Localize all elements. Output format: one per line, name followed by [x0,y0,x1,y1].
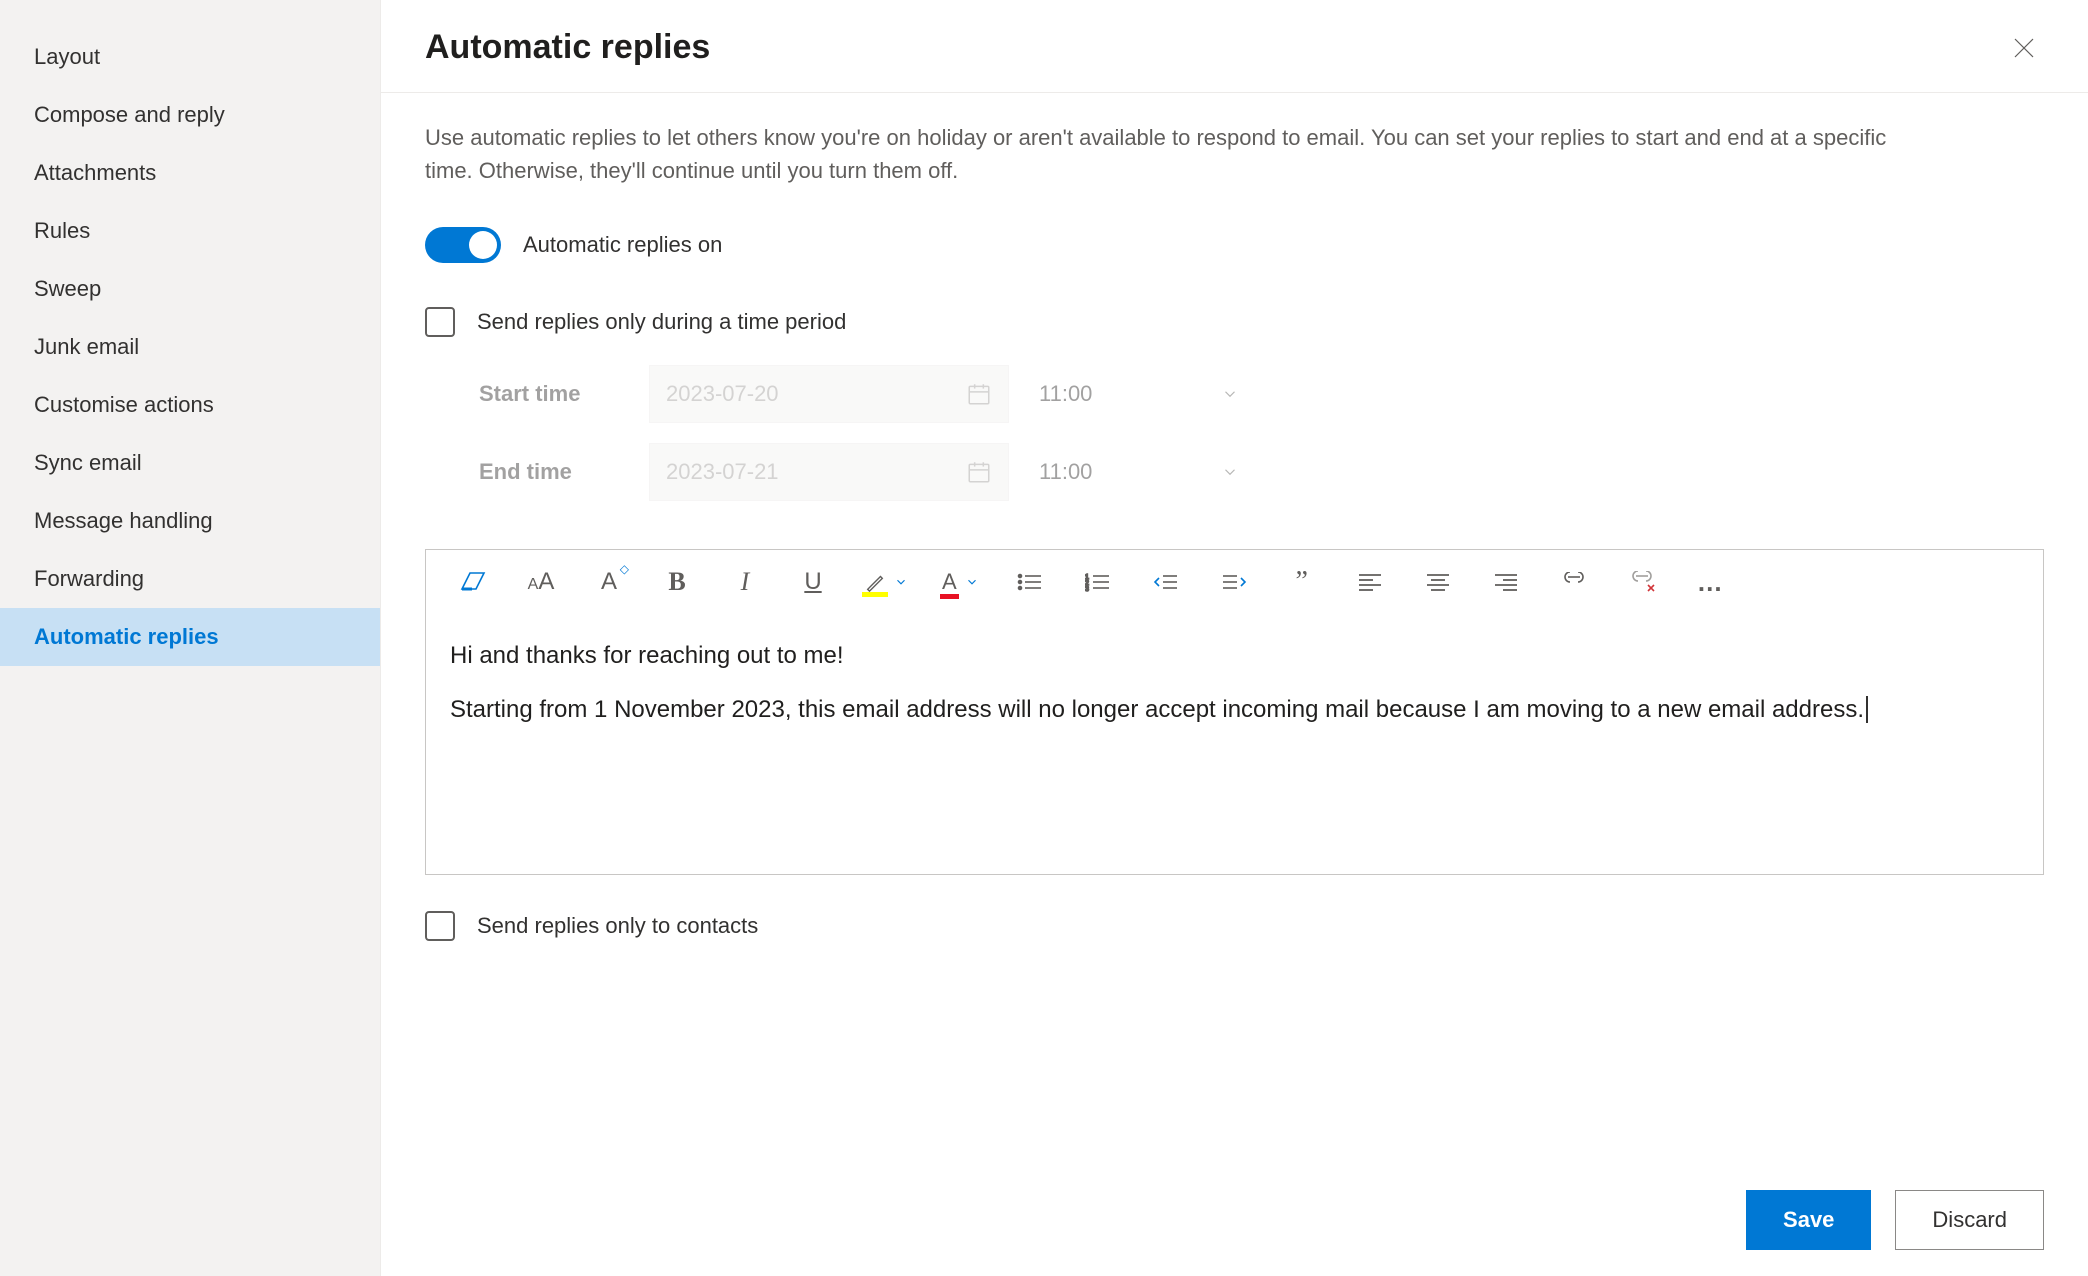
close-button[interactable] [2004,28,2044,68]
indent-button[interactable] [1217,566,1251,598]
sidebar-item-compose-reply[interactable]: Compose and reply [0,86,380,144]
start-time-value: 11:00 [1039,381,1092,407]
sidebar-item-layout[interactable]: Layout [0,28,380,86]
sidebar-item-message-handling[interactable]: Message handling [0,492,380,550]
italic-icon: I [741,567,750,597]
reply-text-line: Starting from 1 November 2023, this emai… [450,692,2019,728]
close-icon [2012,36,2036,60]
eraser-icon [458,569,488,595]
page-title: Automatic replies [425,28,710,67]
sidebar-item-junk-email[interactable]: Junk email [0,318,380,376]
chevron-down-icon [1221,463,1239,481]
settings-sidebar: Layout Compose and reply Attachments Rul… [0,0,380,1276]
font-color-icon: A [942,569,957,595]
insert-link-button[interactable] [1557,566,1591,598]
toggle-knob [469,231,497,259]
underline-button[interactable]: U [796,566,830,598]
sidebar-item-automatic-replies[interactable]: Automatic replies [0,608,380,666]
contacts-only-check-label: Send replies only to contacts [477,913,758,939]
start-time-select[interactable]: 11:00 [1009,365,1269,423]
contacts-only-check-row: Send replies only to contacts [381,875,2088,941]
bold-icon: B [668,567,685,597]
time-period-check-label: Send replies only during a time period [477,309,846,335]
description-text: Use automatic replies to let others know… [381,93,1981,187]
end-time-label: End time [479,459,649,485]
bold-button[interactable]: B [660,566,694,598]
clear-formatting-button[interactable] [456,566,490,598]
quote-icon: ” [1295,566,1307,598]
font-icon: AA [528,568,555,596]
end-date-input[interactable]: 2023-07-21 [649,443,1009,501]
outdent-icon [1153,572,1179,592]
more-options-button[interactable] [1693,566,1727,598]
auto-replies-toggle-label: Automatic replies on [523,232,722,258]
end-time-value: 11:00 [1039,459,1092,485]
sidebar-item-attachments[interactable]: Attachments [0,144,380,202]
contacts-only-checkbox[interactable] [425,911,455,941]
remove-link-button[interactable] [1625,566,1659,598]
sidebar-item-forwarding[interactable]: Forwarding [0,550,380,608]
discard-button[interactable]: Discard [1895,1190,2044,1250]
end-time-select[interactable]: 11:00 [1009,443,1269,501]
time-period-grid: Start time 2023-07-20 11:00 End time 202… [381,337,2088,501]
svg-text:3: 3 [1085,586,1089,592]
underline-icon: U [804,568,821,596]
time-period-checkbox[interactable] [425,307,455,337]
align-right-button[interactable] [1489,566,1523,598]
bullet-list-icon [1017,572,1043,592]
chevron-down-icon [1221,385,1239,403]
quote-button[interactable]: ” [1285,566,1319,598]
calendar-icon [966,459,992,485]
align-center-button[interactable] [1421,566,1455,598]
font-size-button[interactable]: A◇ [592,566,626,598]
chevron-down-icon [894,575,908,589]
reply-textarea[interactable]: Hi and thanks for reaching out to me! St… [426,614,2043,874]
align-left-button[interactable] [1353,566,1387,598]
align-center-icon [1425,572,1451,592]
link-icon [1560,572,1588,592]
sidebar-item-rules[interactable]: Rules [0,202,380,260]
align-right-icon [1493,572,1519,592]
start-date-input[interactable]: 2023-07-20 [649,365,1009,423]
start-time-label: Start time [479,381,649,407]
font-color-button[interactable]: A [942,569,979,595]
time-period-check-row: Send replies only during a time period [381,263,2088,337]
highlight-button[interactable] [864,571,908,593]
unlink-icon [1628,571,1656,593]
highlight-icon [864,571,886,593]
auto-replies-toggle[interactable] [425,227,501,263]
save-button[interactable]: Save [1746,1190,1871,1250]
editor-toolbar: AA A◇ B I U A [426,550,2043,614]
sidebar-item-sync-email[interactable]: Sync email [0,434,380,492]
main-panel: Automatic replies Use automatic replies … [380,0,2088,1276]
italic-button[interactable]: I [728,566,762,598]
align-left-icon [1357,572,1383,592]
font-family-button[interactable]: AA [524,566,558,598]
sidebar-item-sweep[interactable]: Sweep [0,260,380,318]
auto-replies-toggle-row: Automatic replies on [381,187,2088,263]
bullet-list-button[interactable] [1013,566,1047,598]
outdent-button[interactable] [1149,566,1183,598]
font-size-icon: A◇ [601,568,617,596]
panel-header: Automatic replies [381,0,2088,93]
more-icon [1697,567,1723,598]
reply-editor: AA A◇ B I U A [425,549,2044,875]
start-date-value: 2023-07-20 [666,381,779,407]
sidebar-item-customise-actions[interactable]: Customise actions [0,376,380,434]
numbered-list-button[interactable]: 123 [1081,566,1115,598]
chevron-down-icon [965,575,979,589]
numbered-list-icon: 123 [1085,572,1111,592]
reply-text-line: Hi and thanks for reaching out to me! [450,638,2019,674]
indent-icon [1221,572,1247,592]
calendar-icon [966,381,992,407]
end-date-value: 2023-07-21 [666,459,779,485]
footer-actions: Save Discard [1746,1190,2044,1250]
